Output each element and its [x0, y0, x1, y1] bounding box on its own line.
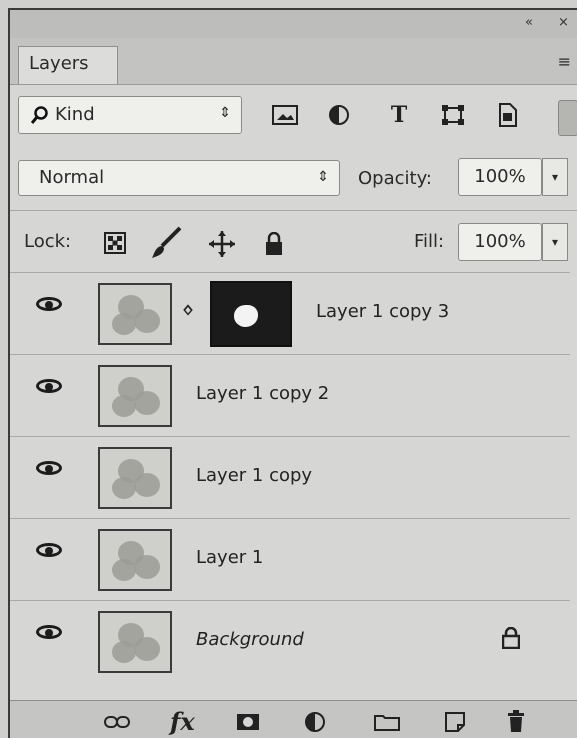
fill-label: Fill:	[414, 231, 445, 252]
tab-layers[interactable]: Layers	[18, 46, 118, 84]
new-layer-icon[interactable]	[444, 711, 466, 733]
lock-image-pixels-brush-icon[interactable]	[150, 226, 184, 260]
new-group-icon[interactable]	[374, 713, 400, 731]
lock-row: Lock: Fill: 100% ▾	[10, 210, 577, 270]
opacity-label: Opacity:	[358, 168, 432, 189]
visibility-eye-icon[interactable]	[36, 297, 62, 311]
layer-thumbnail	[98, 529, 172, 591]
smart-object-filter-icon[interactable]	[490, 100, 524, 130]
mask-link-chain-icon[interactable]: ᛜ	[182, 299, 194, 323]
collapse-panel-icon[interactable]: «	[525, 15, 533, 30]
layer-row[interactable]: Background	[10, 600, 570, 698]
adjustment-layer-icon[interactable]	[304, 711, 326, 733]
layer-row[interactable]: Layer 1 copy	[10, 436, 570, 516]
panel-title-bar: « ×	[10, 10, 577, 39]
layer-name: Layer 1 copy 3	[316, 301, 450, 322]
layer-name: Layer 1 copy 2	[196, 383, 330, 404]
image-filter-icon[interactable]	[268, 100, 302, 130]
fx-icon[interactable]: fx	[170, 707, 195, 736]
select-arrows-icon: ⇕	[317, 169, 329, 185]
close-panel-icon[interactable]: ×	[558, 15, 569, 30]
filter-toggle-switch[interactable]	[558, 100, 577, 136]
lock-all-icon[interactable]	[264, 232, 284, 256]
layer-name: Background	[196, 629, 304, 650]
filter-kind-select[interactable]: Kind ⇕	[18, 96, 242, 134]
blend-row: Normal ⇕ Opacity: 100% ▾	[10, 156, 577, 208]
layers-list: ᛜ Layer 1 copy 3 Layer 1 copy 2 Layer 1 …	[10, 272, 577, 700]
adjustment-filter-icon[interactable]	[322, 100, 356, 130]
tab-row: Layers ≡	[10, 38, 577, 85]
search-icon	[31, 106, 48, 124]
layer-row[interactable]: Layer 1 copy 2	[10, 354, 570, 434]
fill-field[interactable]: 100%	[458, 223, 542, 261]
add-mask-icon[interactable]	[236, 713, 260, 731]
lock-label: Lock:	[24, 231, 72, 252]
layer-locked-icon	[502, 627, 520, 649]
lock-position-move-icon[interactable]	[208, 230, 236, 258]
layer-name: Layer 1	[196, 547, 264, 568]
filter-kind-label: Kind	[55, 104, 95, 125]
layers-bottom-bar: fx	[10, 700, 577, 738]
layer-thumbnail	[98, 283, 172, 345]
shape-filter-icon[interactable]	[436, 100, 470, 130]
opacity-dropdown-button[interactable]: ▾	[542, 158, 568, 196]
layer-thumbnail	[98, 365, 172, 427]
visibility-eye-icon[interactable]	[36, 543, 62, 557]
delete-icon[interactable]	[506, 709, 526, 733]
visibility-eye-icon[interactable]	[36, 379, 62, 393]
layer-row[interactable]: ᛜ Layer 1 copy 3	[10, 272, 570, 352]
visibility-eye-icon[interactable]	[36, 461, 62, 475]
fill-dropdown-button[interactable]: ▾	[542, 223, 568, 261]
lock-transparent-pixels-icon[interactable]	[104, 232, 126, 254]
layers-panel: « × Layers ≡ Kind ⇕ T Normal ⇕ Opacity: …	[8, 8, 577, 738]
opacity-field[interactable]: 100%	[458, 158, 542, 196]
visibility-eye-icon[interactable]	[36, 625, 62, 639]
filter-row: Kind ⇕ T	[10, 84, 577, 146]
panel-menu-icon[interactable]: ≡	[558, 52, 571, 71]
blend-mode-select[interactable]: Normal ⇕	[18, 160, 340, 196]
layer-name: Layer 1 copy	[196, 465, 313, 486]
blend-mode-value: Normal	[39, 167, 105, 188]
layer-row[interactable]: Layer 1	[10, 518, 570, 598]
select-arrows-icon: ⇕	[219, 105, 231, 121]
type-filter-icon[interactable]: T	[382, 100, 416, 130]
layer-thumbnail	[98, 447, 172, 509]
layer-thumbnail	[98, 611, 172, 673]
link-layers-icon[interactable]	[104, 715, 130, 729]
layer-mask-thumbnail[interactable]	[210, 281, 292, 347]
